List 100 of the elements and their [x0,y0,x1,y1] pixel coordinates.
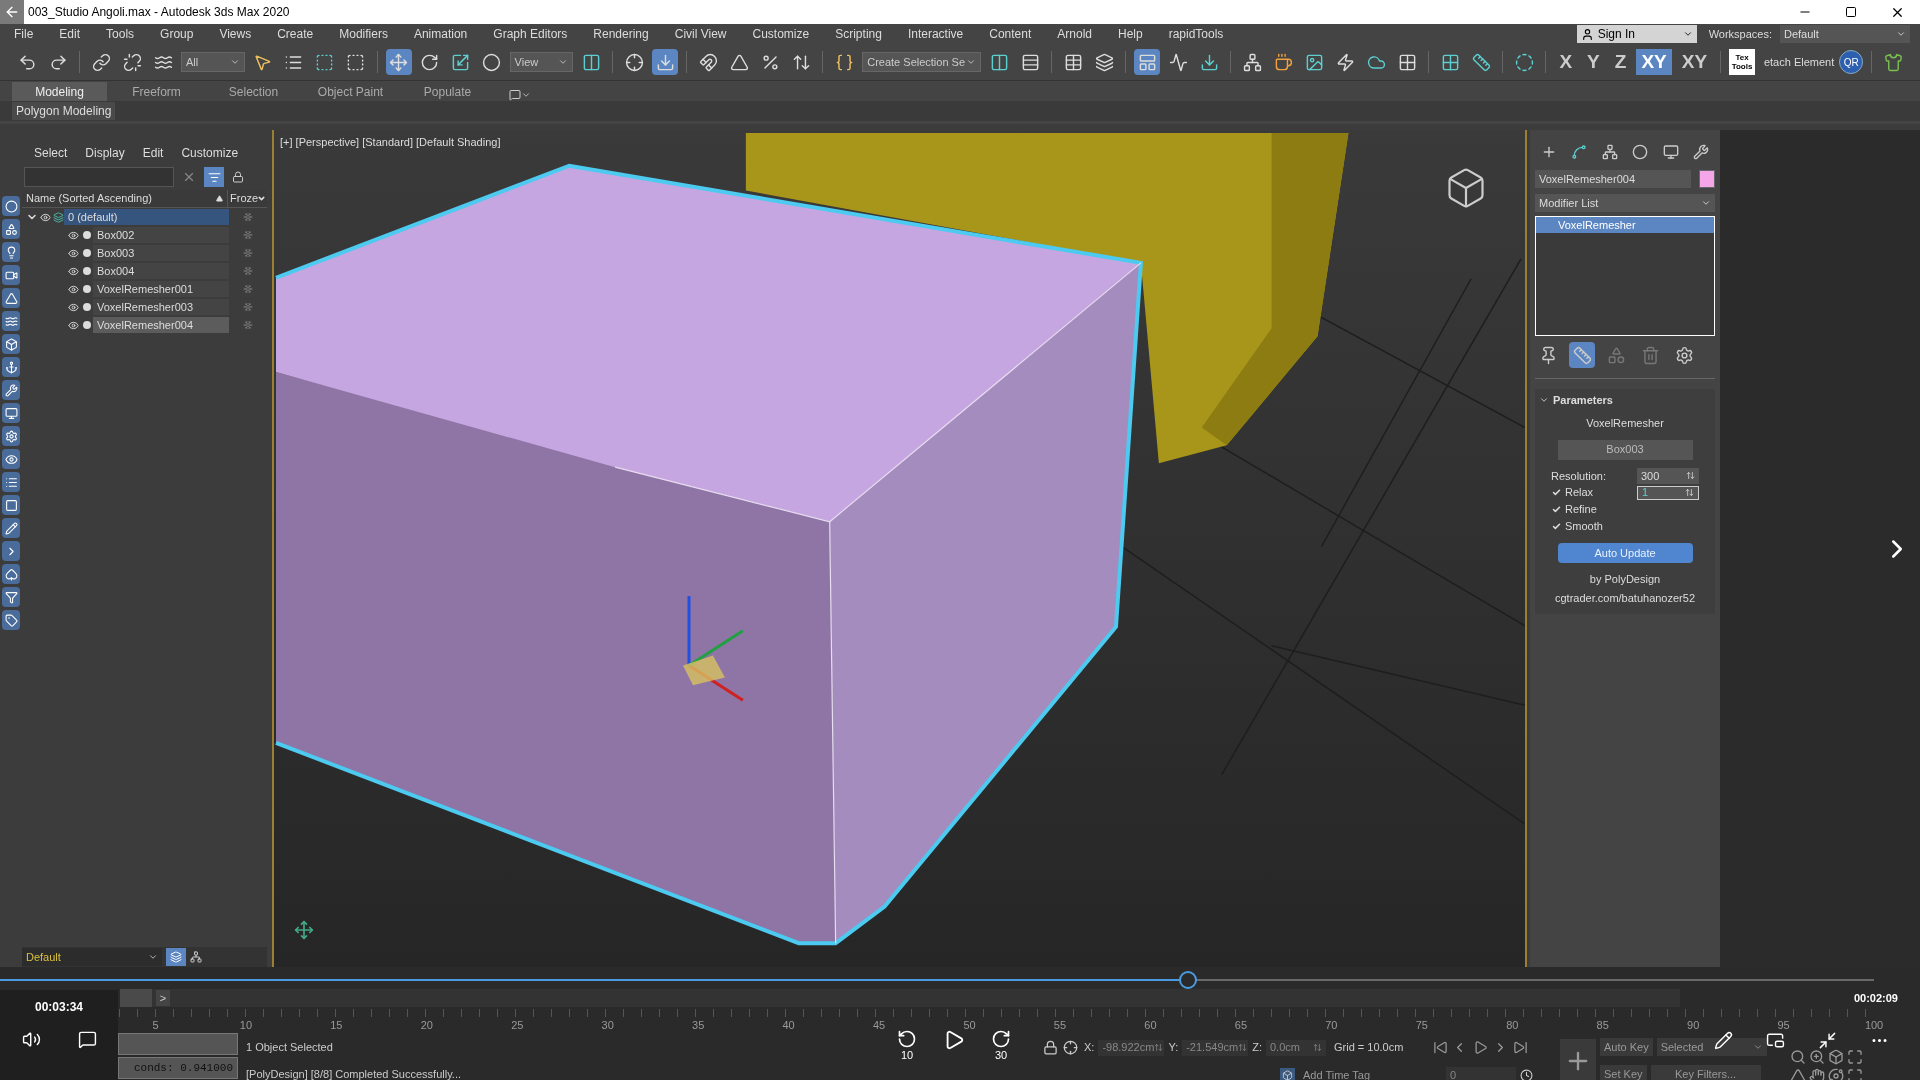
checkbox[interactable] [1551,521,1561,532]
hierarchy-icon[interactable] [190,951,202,963]
menu-item[interactable]: Views [219,25,252,43]
explorer-filter-icon[interactable] [2,288,20,308]
ribbon-tab[interactable]: Populate [400,82,495,101]
tree-item[interactable]: Box004 [93,263,229,279]
visibility-eye-icon[interactable] [40,211,51,223]
viewport-navigation-icon[interactable] [1828,1068,1844,1080]
y-coordinate-field[interactable]: -21.549cm [1182,1039,1249,1056]
tree-item[interactable]: Box003 [93,245,229,261]
listener-input[interactable] [118,1033,238,1055]
viewport-navigation-icon[interactable] [1809,1068,1825,1080]
menu-item[interactable]: Rendering [593,25,649,43]
rewind-button[interactable]: 10 [895,1029,919,1061]
explorer-filter-icon[interactable] [2,495,20,515]
viewport-navigation-icon[interactable] [1847,1049,1863,1065]
modifier-list-dropdown[interactable]: Modifier List [1535,194,1715,212]
ribbon-tab[interactable]: Object Paint [303,82,398,101]
key-set-dropdown[interactable]: Selected [1656,1037,1767,1056]
forward-button[interactable]: 30 [989,1029,1013,1061]
axis-constraint-button[interactable]: XY [1676,49,1713,75]
column-header[interactable]: Froze [227,190,257,207]
menu-item[interactable]: Arnold [1057,25,1092,43]
time-slider-track[interactable]: > [120,989,1680,1007]
viewport-navigation-icon[interactable] [1847,1068,1863,1080]
tree-item[interactable]: Box002 [93,227,229,243]
clear-icon[interactable] [182,170,196,184]
visibility-eye-icon[interactable] [68,229,79,241]
x-coordinate-field[interactable]: -98.922cm [1098,1039,1165,1056]
explorer-menu-item[interactable]: Customize [181,144,239,162]
explorer-filter-icon[interactable] [2,610,20,630]
menu-item[interactable]: Modifiers [339,25,388,43]
viewport-label[interactable]: [+] [Perspective] [Standard] [Default Shading] [280,134,501,151]
auto-key-button[interactable]: Auto Key [1600,1037,1653,1056]
workspaces-dropdown[interactable]: Default [1780,25,1910,43]
sign-in-dropdown[interactable]: Sign In [1576,25,1697,43]
tree-item[interactable]: VoxelRemesher001 [93,281,229,297]
menu-item[interactable]: rapidTools [1168,25,1224,43]
source-object-button[interactable]: Box003 [1557,439,1693,460]
ribbon-options-icon[interactable] [509,89,531,101]
explorer-filter-icon[interactable] [2,334,20,354]
visibility-eye-icon[interactable] [68,247,79,259]
viewport-navigation-icon[interactable] [1790,1049,1806,1065]
viewport-navigation-icon[interactable] [1828,1049,1844,1065]
set-key-button[interactable]: Set Key [1600,1065,1647,1080]
ribbon-tab[interactable]: Freeform [109,82,204,101]
explorer-filter-icon[interactable] [2,403,20,423]
explorer-filter-icon[interactable] [2,472,20,492]
explorer-menu-item[interactable]: Select [34,144,68,162]
explorer-filter-icon[interactable] [2,219,20,239]
frame-field[interactable]: 0 [1446,1067,1516,1080]
rollout-title[interactable]: Parameters [1553,391,1613,409]
set-key-icon[interactable] [1560,1038,1596,1080]
key-filters-button[interactable]: Key Filters... [1650,1065,1761,1080]
explorer-filter-icon[interactable] [2,265,20,285]
tree-item[interactable]: VoxelRemesher004 [93,317,229,333]
resolution-spinner[interactable]: 300 [1637,467,1699,484]
selection-filter-dropdown[interactable]: All [181,52,245,72]
explorer-menu-item[interactable]: Display [85,144,125,162]
explorer-filter-icon[interactable] [2,380,20,400]
object-color-swatch[interactable] [1699,170,1715,188]
menu-item[interactable]: Interactive [907,25,964,43]
explorer-filter-icon[interactable] [2,564,20,584]
move-icon[interactable] [385,49,412,75]
menu-item[interactable]: Customize [752,25,810,43]
axis-constraint-button[interactable]: Y [1582,49,1605,75]
filter-icon[interactable] [204,167,224,187]
menu-item[interactable]: Animation [413,25,468,43]
modifier-stack-item[interactable]: VoxelRemesher [1536,217,1714,233]
menu-item[interactable]: Graph Editors [493,25,568,43]
menu-item[interactable]: Content [989,25,1032,43]
viewport-navigation-icon[interactable] [1790,1068,1806,1080]
named-selection-dropdown[interactable]: Create Selection Se [862,52,982,72]
visibility-eye-icon[interactable] [68,265,79,277]
explorer-filter-icon[interactable] [2,242,20,262]
layer-dropdown[interactable]: Default [22,948,162,966]
visibility-eye-icon[interactable] [68,319,79,331]
explorer-filter-icon[interactable] [2,311,20,331]
tree-item[interactable]: 0 (default) [64,209,229,225]
visibility-eye-icon[interactable] [68,283,79,295]
ribbon-tab[interactable]: Selection [206,82,301,101]
keyboard-override-icon[interactable] [652,49,679,75]
menu-item[interactable]: Create [277,25,314,43]
checkbox[interactable] [1551,487,1561,498]
axis-constraint-button[interactable]: X [1554,49,1578,75]
ribbon-tab[interactable]: Modeling [12,82,107,101]
explorer-filter-icon[interactable] [2,426,20,446]
lock-icon[interactable] [232,171,244,183]
time-config-icon[interactable] [1520,1068,1533,1080]
ribbon-panel[interactable]: Polygon Modeling [12,102,116,120]
visibility-eye-icon[interactable] [68,301,79,313]
qr-button[interactable]: QR [1839,50,1864,74]
menu-item[interactable]: Tools [106,25,135,43]
menu-item[interactable]: Civil View [674,25,727,43]
explorer-filter-icon[interactable] [2,196,20,216]
object-name-field[interactable]: VoxelRemesher004 [1535,170,1691,188]
explorer-filter-icon[interactable] [2,541,20,561]
relax-spinner[interactable]: 1 [1637,485,1699,500]
explorer-menu-item[interactable]: Edit [142,144,164,162]
next-frame-button[interactable]: > [156,990,170,1006]
